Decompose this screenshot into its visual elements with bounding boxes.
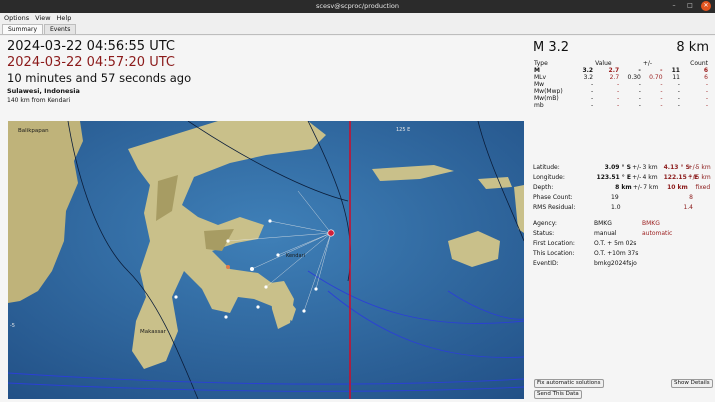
tab-summary[interactable]: Summary (2, 24, 43, 34)
window-titlebar: scesv@scproc/production – □ ✕ (0, 0, 715, 13)
fix-automatic-solutions-button[interactable]: Fix automatic solutions (534, 379, 604, 388)
update-time: 2024-03-22 04:57:20 UTC (7, 55, 175, 70)
map-canvas: Balikpapan Makassar Kendari -5 125 E (8, 121, 524, 399)
app-window: Options View Help Summary Events 2024-03… (0, 13, 715, 402)
menu-help[interactable]: Help (57, 13, 72, 23)
event-header: 2024-03-22 04:56:55 UTC 2024-03-22 04:57… (7, 39, 527, 105)
origin-time: 2024-03-22 04:56:55 UTC (7, 39, 175, 54)
menu-view[interactable]: View (35, 13, 50, 23)
label-lon-grid: 125 E (396, 127, 410, 133)
close-icon[interactable]: ✕ (701, 1, 711, 11)
epicenter-marker[interactable] (327, 229, 335, 237)
show-details-button[interactable]: Show Details (671, 379, 713, 388)
previous-location-marker (226, 265, 230, 269)
event-map[interactable]: Balikpapan Makassar Kendari -5 125 E (8, 121, 524, 399)
menu-options[interactable]: Options (4, 13, 29, 23)
window-title: scesv@scproc/production (316, 2, 399, 10)
region-name: Sulawesi, Indonesia (7, 87, 80, 95)
send-data-button[interactable]: Send This Data (534, 390, 582, 399)
label-kendari: Kendari (286, 253, 305, 259)
label-balikpapan: Balikpapan (18, 128, 49, 134)
nearest-city-distance: 140 km from Kendari (7, 97, 71, 104)
tab-events[interactable]: Events (44, 24, 77, 34)
menu-bar: Options View Help (0, 13, 715, 23)
label-lat-grid: -5 (10, 323, 15, 329)
maximize-icon[interactable]: □ (685, 1, 695, 11)
summary-panel: 2024-03-22 04:56:55 UTC 2024-03-22 04:57… (0, 36, 715, 402)
action-buttons: Fix automatic solutions Send This Data S… (533, 36, 713, 402)
tab-bar: Summary Events (0, 24, 715, 35)
label-makassar: Makassar (140, 329, 167, 335)
sea-background (8, 121, 524, 399)
minimize-icon[interactable]: – (669, 1, 679, 11)
time-ago: 10 minutes and 57 seconds ago (7, 71, 192, 85)
